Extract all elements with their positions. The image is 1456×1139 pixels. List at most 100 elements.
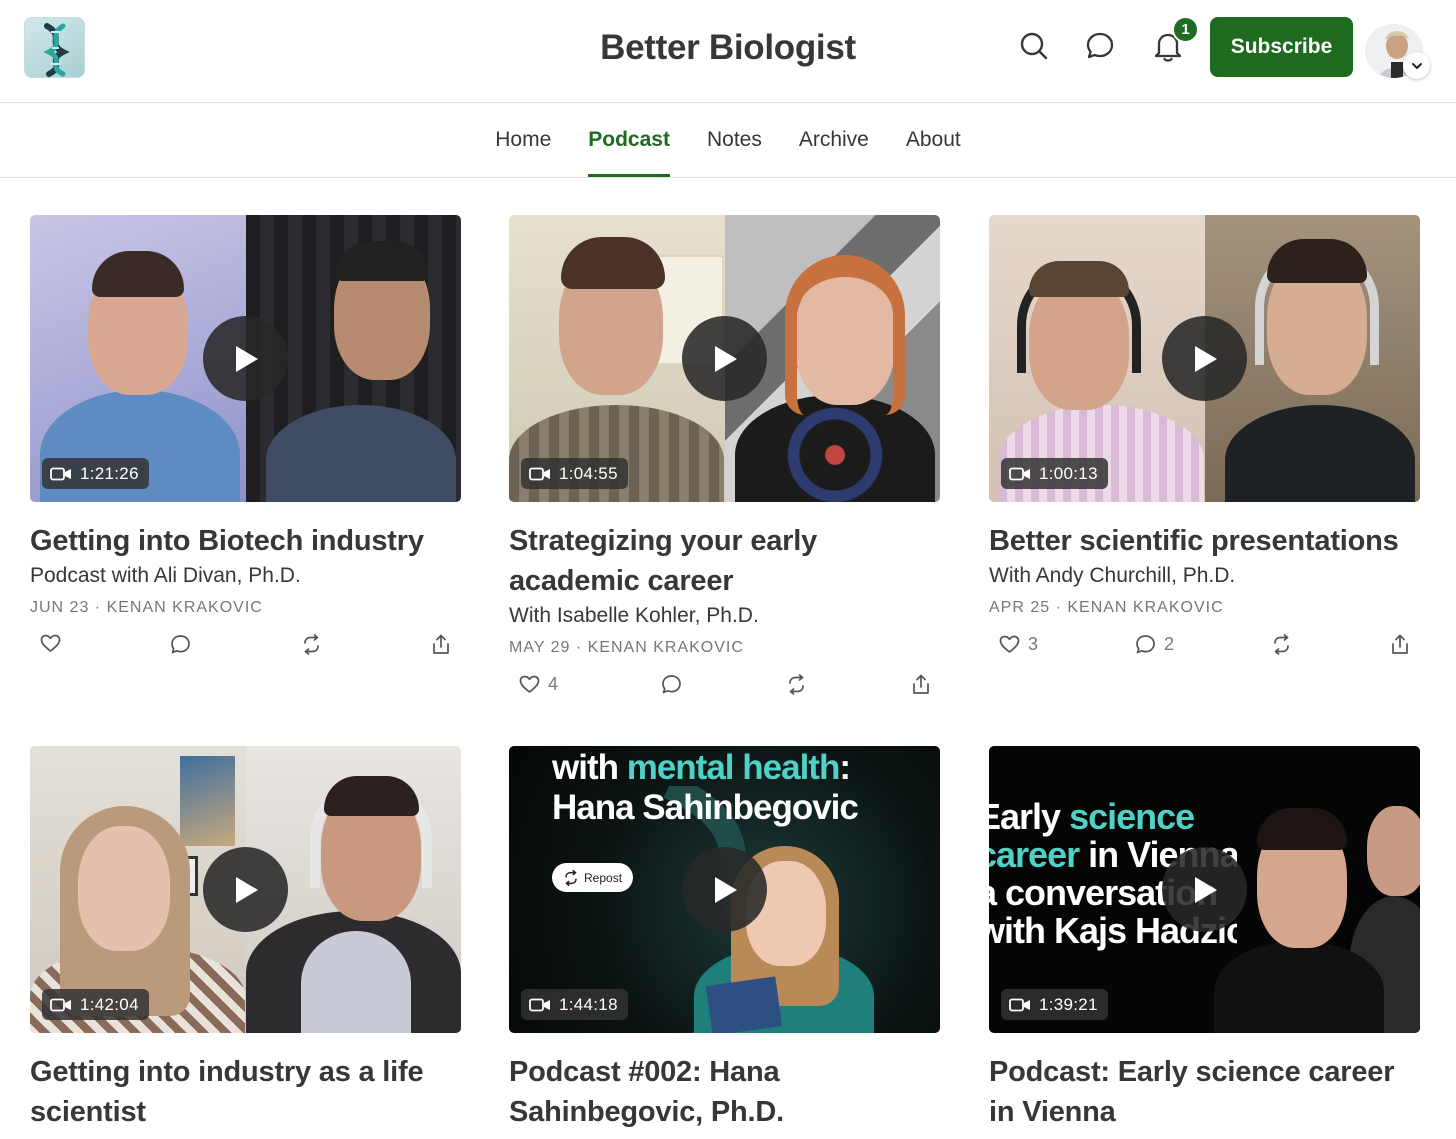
video-thumbnail[interactable]: 1:21:26 xyxy=(30,215,461,502)
comment-icon xyxy=(1136,635,1155,654)
post-actions: 3 2 xyxy=(989,634,1420,660)
post-author[interactable]: KENAN KRAKOVIC xyxy=(1067,599,1223,616)
restack-button[interactable] xyxy=(301,634,322,655)
poster-highlight: mental health xyxy=(626,748,841,787)
play-button[interactable] xyxy=(1162,847,1247,932)
video-duration: 1:00:13 xyxy=(1001,458,1108,489)
duration-text: 1:39:21 xyxy=(1039,994,1098,1014)
play-button[interactable] xyxy=(682,316,767,401)
video-duration: 1:42:04 xyxy=(42,989,149,1020)
post-title[interactable]: Better scientific presentations xyxy=(989,521,1420,561)
video-camera-icon xyxy=(529,467,550,480)
comment-button[interactable] xyxy=(661,674,690,695)
site-logo[interactable] xyxy=(24,17,85,78)
tab-notes[interactable]: Notes xyxy=(688,103,780,178)
site-title[interactable]: Better Biologist xyxy=(600,28,856,67)
post-date: MAY 29 xyxy=(509,639,571,656)
video-camera-icon xyxy=(50,998,71,1011)
video-duration: 1:21:26 xyxy=(42,458,149,489)
play-button[interactable] xyxy=(203,847,288,932)
play-button[interactable] xyxy=(203,316,288,401)
like-button[interactable]: 3 xyxy=(999,634,1038,655)
heart-icon xyxy=(40,634,61,652)
video-thumbnail[interactable]: with mental health: Hana Sahinbegovic Re… xyxy=(509,746,940,1033)
play-icon xyxy=(1194,876,1217,903)
search-icon xyxy=(1020,32,1048,60)
post-card: Early science career in Vienna a convers… xyxy=(989,746,1420,1132)
post-date: JUN 23 xyxy=(30,599,90,616)
repost-icon xyxy=(565,869,577,886)
share-icon xyxy=(433,634,449,654)
post-meta: APR 25 · KENAN KRAKOVIC xyxy=(989,599,1224,616)
comment-button[interactable]: 2 xyxy=(1135,634,1174,655)
repost-button[interactable]: Repost xyxy=(552,863,634,892)
like-button[interactable]: 4 xyxy=(519,674,558,695)
post-subtitle: With Isabelle Kohler, Ph.D. xyxy=(509,604,759,627)
notification-badge: 1 xyxy=(1172,16,1199,43)
search-button[interactable] xyxy=(1016,28,1052,64)
video-thumbnail[interactable]: 1:42:04 xyxy=(30,746,461,1033)
video-thumbnail[interactable]: 1:04:55 xyxy=(509,215,940,502)
repost-label: Repost xyxy=(584,870,623,885)
share-button[interactable] xyxy=(431,634,451,655)
video-thumbnail[interactable]: 1:00:13 xyxy=(989,215,1420,502)
comment-icon xyxy=(662,675,681,694)
duration-text: 1:21:26 xyxy=(80,463,139,483)
post-title[interactable]: Getting into Biotech industry xyxy=(30,521,461,561)
post-date: APR 25 xyxy=(989,599,1051,616)
poster-text: with xyxy=(552,748,627,787)
post-card: with mental health: Hana Sahinbegovic Re… xyxy=(509,746,940,1132)
top-bar: Better Biologist 1 Subscribe xyxy=(0,0,1456,103)
poster-headline-line1: with mental health: xyxy=(552,748,851,788)
section-nav: Home Podcast Notes Archive About xyxy=(0,103,1456,178)
video-camera-icon xyxy=(50,467,71,480)
post-actions: 4 xyxy=(509,674,940,700)
video-camera-icon xyxy=(1009,467,1030,480)
restack-button[interactable] xyxy=(786,674,807,695)
play-icon xyxy=(235,876,258,903)
share-button[interactable] xyxy=(1390,634,1410,655)
play-button[interactable] xyxy=(682,847,767,932)
restack-icon xyxy=(304,634,319,655)
like-count: 3 xyxy=(1028,634,1039,654)
poster-highlight: career xyxy=(989,834,1080,875)
post-title[interactable]: Podcast: Early science career in Vienna xyxy=(989,1052,1420,1132)
chat-button[interactable] xyxy=(1082,28,1118,64)
share-button[interactable] xyxy=(911,674,931,695)
play-icon xyxy=(714,345,737,372)
video-thumbnail[interactable]: Early science career in Vienna a convers… xyxy=(989,746,1420,1033)
tab-about[interactable]: About xyxy=(887,103,979,178)
video-duration: 1:39:21 xyxy=(1001,989,1108,1020)
poster-headline-line2: Hana Sahinbegovic xyxy=(552,788,859,827)
comment-count: 2 xyxy=(1164,634,1175,654)
post-author[interactable]: KENAN KRAKOVIC xyxy=(588,639,744,656)
subscribe-button[interactable]: Subscribe xyxy=(1210,17,1353,77)
post-title[interactable]: Podcast #002: Hana Sahinbegovic, Ph.D. xyxy=(509,1052,940,1132)
tab-archive[interactable]: Archive xyxy=(780,103,887,178)
duration-text: 1:04:55 xyxy=(559,463,618,483)
duration-text: 1:44:18 xyxy=(559,994,618,1014)
video-duration: 1:04:55 xyxy=(521,458,628,489)
play-icon xyxy=(1194,345,1217,372)
account-menu-button[interactable] xyxy=(1403,52,1430,79)
post-card: 1:00:13 Better scientific presentations … xyxy=(989,215,1420,660)
tab-home[interactable]: Home xyxy=(477,103,570,178)
chat-icon xyxy=(1086,32,1114,59)
share-icon xyxy=(913,674,929,694)
post-author[interactable]: KENAN KRAKOVIC xyxy=(107,599,263,616)
restack-button[interactable] xyxy=(1271,634,1292,655)
like-button[interactable] xyxy=(40,634,69,653)
chevron-down-icon xyxy=(1411,62,1422,69)
poster-line1: Early science xyxy=(989,798,1195,836)
post-meta: JUN 23 · KENAN KRAKOVIC xyxy=(30,599,263,616)
post-title[interactable]: Getting into industry as a life scientis… xyxy=(30,1052,461,1132)
post-title[interactable]: Strategizing your early academic career xyxy=(509,521,940,601)
tab-podcast[interactable]: Podcast xyxy=(570,103,689,178)
like-count: 4 xyxy=(548,674,559,694)
play-button[interactable] xyxy=(1162,316,1247,401)
comment-button[interactable] xyxy=(170,634,199,655)
duration-text: 1:42:04 xyxy=(80,994,139,1014)
video-camera-icon xyxy=(529,998,550,1011)
restack-icon xyxy=(789,674,804,695)
dna-logo-icon xyxy=(43,23,70,77)
